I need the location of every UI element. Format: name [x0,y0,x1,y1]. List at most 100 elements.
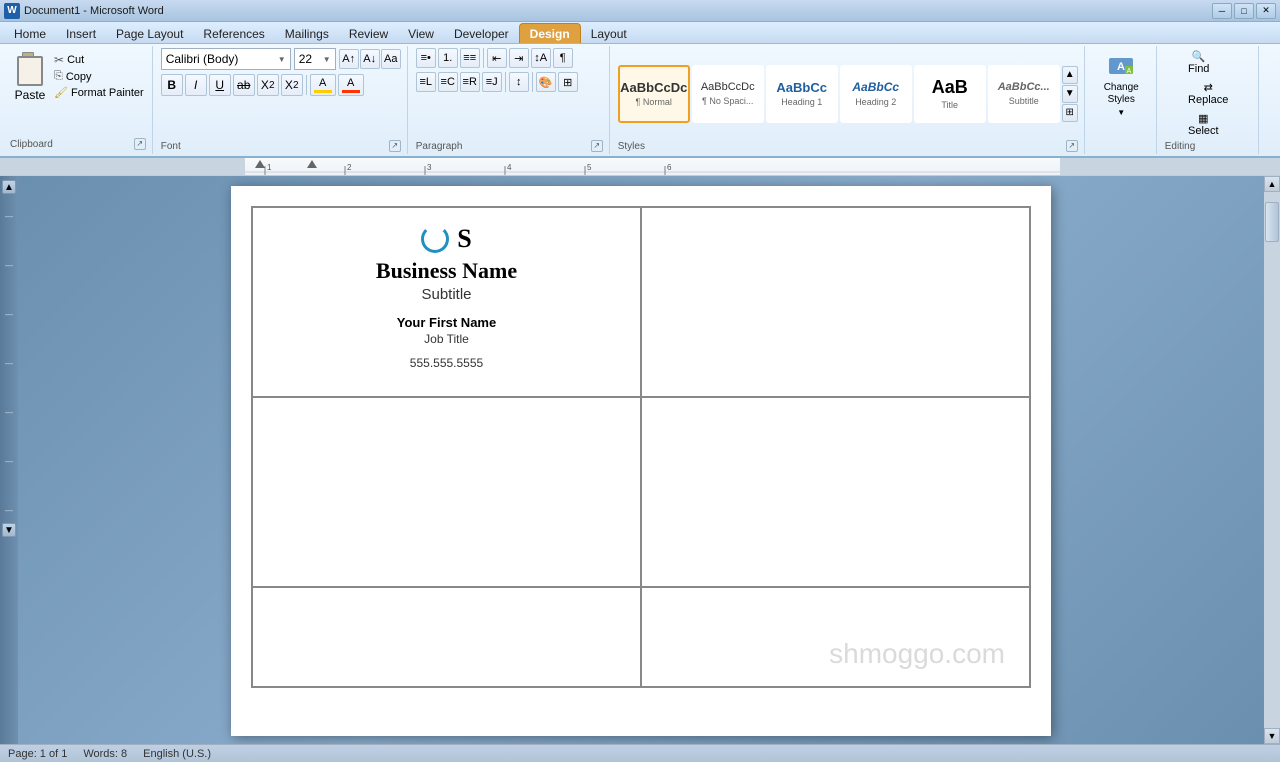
align-left-button[interactable]: ≡L [416,72,436,92]
sidebar-scroll-down[interactable]: ▼ [2,523,16,537]
style-no-spacing-preview: AaBbCcDc [701,81,755,94]
scroll-down-button[interactable]: ▼ [1264,728,1280,744]
bold-button[interactable]: B [161,74,183,96]
font-family-selector[interactable]: Calibri (Body) ▼ [161,48,291,70]
card-cell-empty-1[interactable] [641,207,1030,397]
ruler-content: 1 2 3 4 5 6 [245,158,1060,175]
svg-text:A: A [1117,61,1125,73]
page: S Business Name Subtitle Your First Name… [231,186,1051,736]
underline-button[interactable]: U [209,74,231,96]
tab-mailings[interactable]: Mailings [275,24,339,43]
format-painter-button[interactable]: 🖌 Format Painter [52,85,146,100]
close-button[interactable]: ✕ [1256,3,1276,19]
styles-expand[interactable]: ⊞ [1062,104,1078,122]
font-expand[interactable]: ↗ [389,140,401,152]
sort-button[interactable]: ↕A [531,48,551,68]
maximize-button[interactable]: □ [1234,3,1254,19]
bullet-list-button[interactable]: ≡• [416,48,436,68]
tab-layout[interactable]: Layout [581,24,637,43]
find-button[interactable]: 🔍 Find [1182,48,1215,77]
decrease-font-button[interactable]: A↓ [360,49,380,69]
ribbon-tabs: Home Insert Page Layout References Maili… [0,22,1280,44]
paste-icon [14,52,46,88]
replace-button[interactable]: ⇄ Replace [1182,79,1234,108]
clipboard-expand[interactable]: ↗ [134,138,146,150]
scroll-up-button[interactable]: ▲ [1264,176,1280,192]
italic-button[interactable]: I [185,74,207,96]
tab-developer[interactable]: Developer [444,24,519,43]
scroll-thumb[interactable] [1265,202,1279,242]
ruler-right-margin [1060,158,1280,175]
change-styles-button[interactable]: A A ChangeStyles ▼ [1098,48,1145,121]
justify-button[interactable]: ≡J [482,72,502,92]
style-title-preview: AaB [932,77,968,99]
styles-scroll-down[interactable]: ▼ [1062,85,1078,103]
align-right-button[interactable]: ≡R [460,72,480,92]
align-center-button[interactable]: ≡C [438,72,458,92]
increase-indent-button[interactable]: ⇥ [509,48,529,68]
tab-references[interactable]: References [193,24,274,43]
increase-font-button[interactable]: A↑ [339,49,359,69]
card-phone: 555.555.5555 [410,356,483,370]
card-subtitle: Subtitle [421,286,471,303]
language: English (U.S.) [143,748,211,760]
style-normal-preview: AaBbCcDc [620,80,687,96]
format-painter-icon: 🖌 [54,86,68,99]
superscript-button[interactable]: X2 [281,74,303,96]
styles-scroll-up[interactable]: ▲ [1062,66,1078,84]
tab-home[interactable]: Home [4,24,56,43]
card-job-title: Job Title [424,332,469,346]
minimize-button[interactable]: ─ [1212,3,1232,19]
style-heading2[interactable]: AaBbCc Heading 2 [840,65,912,123]
show-formatting-button[interactable]: ¶ [553,48,573,68]
tab-insert[interactable]: Insert [56,24,106,43]
copy-icon: ⎘ [54,70,63,83]
styles-expand-btn[interactable]: ↗ [1066,140,1078,152]
style-normal[interactable]: AaBbCcDc ¶ Normal [618,65,690,123]
border-button[interactable]: ⊞ [558,72,578,92]
tab-review[interactable]: Review [339,24,398,43]
paragraph-expand[interactable]: ↗ [591,140,603,152]
tab-page-layout[interactable]: Page Layout [106,24,193,43]
style-heading1[interactable]: AaBbCc Heading 1 [766,65,838,123]
tab-design[interactable]: Design [519,23,581,43]
subscript-button[interactable]: X2 [257,74,279,96]
font-color-button[interactable]: A [338,74,364,96]
font-size-selector[interactable]: 22 ▼ [294,48,336,70]
strikethrough-button[interactable]: ab [233,74,255,96]
scroll-track [1264,192,1280,728]
style-no-spacing[interactable]: AaBbCcDc ¶ No Spaci... [692,65,764,123]
change-styles-icon: A A [1107,52,1135,80]
style-subtitle-preview: AaBbCc... [998,81,1050,94]
clear-formatting-button[interactable]: Aa [381,49,401,69]
ribbon: Paste ✂ Cut ⎘ Copy 🖌 Format Painter Clip… [0,44,1280,158]
tab-view[interactable]: View [398,24,444,43]
card-cell-main[interactable]: S Business Name Subtitle Your First Name… [252,207,641,397]
decrease-indent-button[interactable]: ⇤ [487,48,507,68]
svg-text:2: 2 [347,163,352,172]
change-styles-group: A A ChangeStyles ▼ [1087,46,1157,154]
svg-text:A: A [1127,68,1132,75]
clipboard-label: Clipboard [10,137,53,150]
paste-button[interactable]: Paste [10,50,50,104]
text-highlight-button[interactable]: A [310,74,336,96]
card-cell-empty-2[interactable] [252,397,641,587]
highlight-color-bar [314,90,332,93]
sidebar-scroll-up[interactable]: ▲ [2,180,16,194]
card-cell-bottom-2[interactable]: shmoggo.com [641,587,1030,687]
cut-button[interactable]: ✂ Cut [52,52,146,68]
card-cell-empty-3[interactable] [641,397,1030,587]
style-subtitle[interactable]: AaBbCc... Subtitle [988,65,1060,123]
select-button[interactable]: ▦ Select [1182,110,1225,139]
card-cell-bottom-1[interactable] [252,587,641,687]
title-bar: W Document1 - Microsoft Word ─ □ ✕ [0,0,1280,22]
multilevel-list-button[interactable]: ≡≡ [460,48,480,68]
copy-button[interactable]: ⎘ Copy [52,69,146,84]
scissors-icon: ✂ [54,53,64,67]
style-title[interactable]: AaB Title [914,65,986,123]
svg-text:3: 3 [427,163,432,172]
line-spacing-button[interactable]: ↕ [509,72,529,92]
font-size-arrow: ▼ [323,55,331,64]
shading-button[interactable]: 🎨 [536,72,556,92]
numbered-list-button[interactable]: 1. [438,48,458,68]
